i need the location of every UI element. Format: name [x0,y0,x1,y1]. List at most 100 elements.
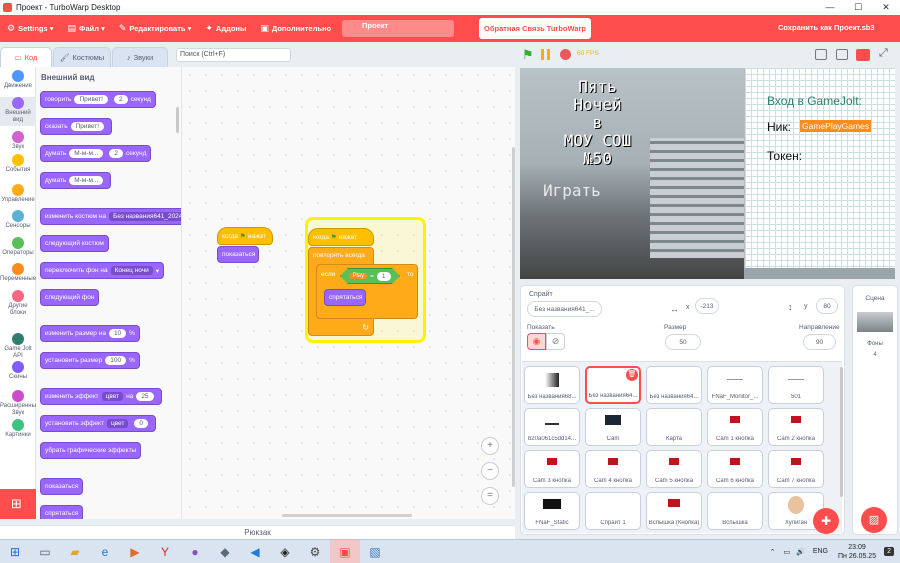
play-variable-reporter[interactable]: Play [349,273,367,279]
set-size-block[interactable]: установить размер 100% [40,352,140,369]
show-block[interactable]: показаться [40,478,84,495]
sprite-tile[interactable]: FNaF_Static [524,492,580,530]
change-size-block[interactable]: изменить размер на 10% [40,325,140,342]
category-2[interactable]: Звук [0,131,36,151]
category-5[interactable]: Сенсоры [0,210,36,230]
stage-mode-button[interactable] [856,49,870,61]
backpack-bar[interactable]: Рюкзак [0,525,515,539]
large-stage-button[interactable] [836,49,848,60]
next-costume-block[interactable]: следующий костюм [40,235,109,252]
turbowarp-taskbar-button[interactable]: ▣ [330,539,360,563]
edit-menu[interactable]: ✎ Редактировать ▾ [112,15,199,42]
sprite-tile[interactable]: Cam 1 кнопка [707,408,763,446]
tab-code[interactable]: ▭ Код [0,47,52,67]
sprite-tile[interactable]: Вспышка (Кнопка) [646,492,702,530]
sprite-tile[interactable]: Вспышка [707,492,763,530]
sprite-tile[interactable]: Cam 5 кнопка [646,450,702,488]
hide-sprite-toggle[interactable]: ⊘ [546,333,565,350]
hide-block[interactable]: спрятаться [40,505,84,519]
media-button[interactable]: ▶ [120,540,150,563]
sprite-tile[interactable]: Cam 3 кнопка [524,450,580,488]
script-workspace[interactable]: когда ⚑ нажат показаться когда ⚑ нажат повто… [182,67,515,519]
sprite-tile[interactable]: Без названия64... 🗑 [585,366,641,404]
notifications-button[interactable]: 2 [884,547,894,556]
x-input[interactable]: -213 [695,298,719,314]
zoom-reset-button[interactable]: = [481,487,499,505]
stop-button[interactable] [560,49,571,60]
add-extension-button[interactable]: ⊞ [0,489,36,519]
say-block[interactable]: сказать Привет! [40,118,113,135]
notepad-button[interactable]: ▧ [360,540,390,563]
stage-canvas[interactable]: Пять Ночей в МОУ СОШ №50 Играть Вход в G… [520,68,895,279]
size-input[interactable]: 50 [665,334,701,350]
save-as-button[interactable]: Сохранить как Проект.sb3 [778,23,875,32]
settings-menu[interactable]: ⚙ Settings ▾ [0,15,61,42]
play-button-text[interactable]: Играть [543,181,601,200]
tray-chevron-icon[interactable]: ⌃ [770,548,776,556]
backdrop-thumbnail[interactable] [857,312,893,332]
start-button[interactable]: ⊞ [0,540,30,563]
block-search-input[interactable]: Поиск (Ctrl+F) [176,48,291,62]
clock[interactable]: 23:09 Пн 26.05.25 [838,543,876,561]
sprite-tile[interactable]: 501 [768,366,824,404]
category-0[interactable]: Движение [0,70,36,90]
say-for-block[interactable]: говорить Привет! 2 секунд [40,91,156,108]
task-view-button[interactable]: ▭ [30,540,60,563]
change-effect-block[interactable]: изменить эффект цвет на 25 [40,388,162,405]
sprite-tile[interactable]: Cam 4 кнопка [585,450,641,488]
sprite-tile[interactable]: Cam 7 кнопка [768,450,824,488]
edge-button[interactable]: e [90,540,120,563]
delete-sprite-button[interactable]: 🗑 [626,369,638,381]
sprite-tile[interactable]: FNaF_Monitor_... [707,366,763,404]
project-title-input[interactable]: Проект [362,21,388,30]
close-button[interactable]: ✕ [872,2,900,13]
next-backdrop-block[interactable]: следующий фон [40,289,100,306]
vscode-button[interactable]: ◀ [240,540,270,563]
app-button-3[interactable]: ◈ [270,540,300,563]
file-menu[interactable]: ▤ Файл ▾ [61,15,112,42]
workspace-vscrollbar[interactable] [512,147,515,487]
sprite-tile[interactable]: b20a061c5dd14... [524,408,580,446]
when-flag-clicked-hat[interactable]: когда ⚑ нажат [217,227,273,245]
network-icon[interactable]: ▭ [783,548,790,556]
sprite-tile[interactable]: Карта [646,408,702,446]
sprite-tile[interactable]: Без названия68... [524,366,580,404]
yandex-button[interactable]: Y [150,540,180,563]
category-3[interactable]: События [0,154,36,174]
explorer-button[interactable]: ▰ [60,540,90,563]
category-9[interactable]: Game Jolt API [0,333,36,360]
app-button-2[interactable]: ◆ [210,540,240,563]
direction-input[interactable]: 90 [803,334,836,350]
sprite-tile[interactable]: Cam 6 кнопка [707,450,763,488]
zoom-in-button[interactable]: + [481,437,499,455]
tab-costumes[interactable]: 🖌 Костюмы [53,47,111,67]
show-script-block[interactable]: показаться [217,246,259,263]
add-backdrop-button[interactable]: ▨ [861,507,887,533]
settings-app-button[interactable]: ⚙ [300,540,330,563]
volume-icon[interactable]: 🔊 [796,548,805,556]
category-11[interactable]: Расширенный Звук [0,390,39,417]
sprite-tile[interactable]: Спрайт 1 [585,492,641,530]
hide-script-block[interactable]: спрятаться [324,289,366,306]
pause-button[interactable] [541,49,550,60]
app-button-1[interactable]: ● [180,540,210,563]
show-sprite-toggle[interactable]: ◉ [527,333,546,350]
category-8[interactable]: Другие блоки [0,290,36,317]
y-input[interactable]: 80 [816,298,838,314]
category-7[interactable]: Переменные [0,263,36,283]
nick-value[interactable]: GamePlayGames [800,120,872,132]
when-flag-clicked-hat-2[interactable]: когда ⚑ нажат [308,228,374,246]
addons-menu[interactable]: ✦ Аддоны [198,15,253,42]
category-12[interactable]: Картинки [0,419,36,439]
small-stage-button[interactable] [815,49,827,60]
language-indicator[interactable]: ENG [813,548,828,555]
sprite-tile[interactable]: Без названия64... [646,366,702,404]
green-flag-button[interactable]: ⚑ [522,47,534,63]
switch-costume-block[interactable]: изменить костюм на Без названия641_20241 [40,208,181,225]
tab-sounds[interactable]: ♪ Звуки [112,47,168,67]
category-10[interactable]: Скины [0,361,36,381]
sprite-name-input[interactable]: Без названия641_... [527,301,602,317]
clear-effects-block[interactable]: убрать графические эффекты [40,442,142,459]
switch-backdrop-block[interactable]: переключить фон на Конец ночи ▾ [40,262,165,279]
equals-operator-block[interactable]: Play = 1 [340,268,400,284]
